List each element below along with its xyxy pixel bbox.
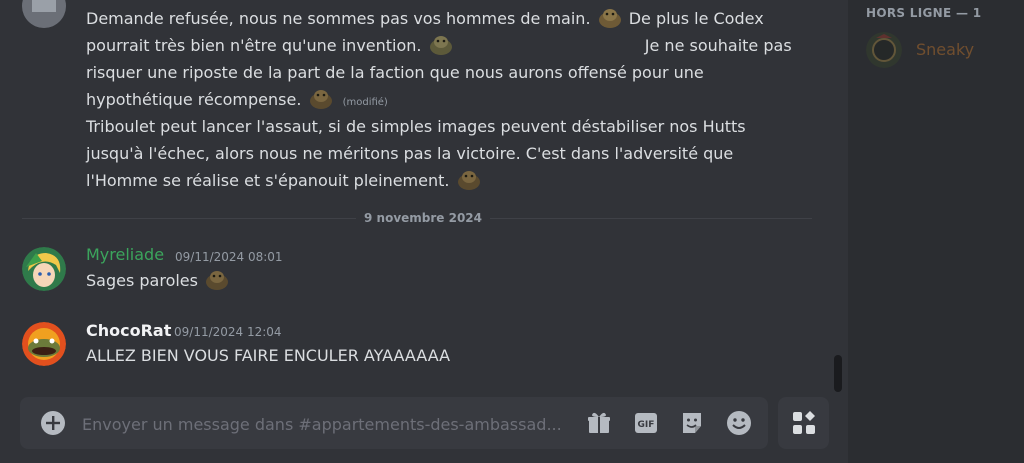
member-name: Sneaky xyxy=(916,40,975,59)
app-launcher-button[interactable] xyxy=(778,397,829,449)
message-line: Triboulet peut lancer l'assaut, si de si… xyxy=(86,117,746,136)
chat-area: Demande refusée, nous ne sommes pas vos … xyxy=(0,0,848,463)
plus-circle-icon[interactable] xyxy=(40,410,66,436)
avatar xyxy=(866,32,902,68)
author-name[interactable]: Myreliade xyxy=(86,245,164,264)
message-line: pourrait très bien n'être qu'une inventi… xyxy=(86,34,792,56)
hutt-emoji-icon[interactable] xyxy=(429,34,453,56)
message-line: Demande refusée, nous ne sommes pas vos … xyxy=(86,7,764,29)
member-section-header: HORS LIGNE — 1 xyxy=(866,6,982,20)
avatar[interactable] xyxy=(22,322,66,366)
member-item[interactable]: Sneaky xyxy=(864,30,1014,70)
message-composer: input::placeholder{color:#6d6f78;} GIF xyxy=(20,397,768,449)
svg-text:GIF: GIF xyxy=(638,420,655,430)
scrollbar-thumb[interactable] xyxy=(834,355,842,392)
message-line: l'Homme se réalise et s'épanouit pleinem… xyxy=(86,167,746,194)
message-timestamp[interactable]: 09/11/2024 12:04 xyxy=(174,325,282,339)
date-divider-label: 9 novembre 2024 xyxy=(356,211,491,225)
message-content: ALLEZ BIEN VOUS FAIRE ENCULER AYAAAAAA xyxy=(86,346,451,365)
avatar[interactable] xyxy=(22,0,66,28)
avatar[interactable] xyxy=(22,247,66,291)
message-content: Sages paroles xyxy=(86,267,231,294)
member-list: HORS LIGNE — 1 Sneaky xyxy=(848,0,1024,463)
gif-icon[interactable]: GIF xyxy=(634,411,658,435)
message-timestamp[interactable]: 09/11/2024 08:01 xyxy=(175,250,283,264)
message-content: Demande refusée, nous ne sommes pas vos … xyxy=(86,5,792,116)
app-launcher-icon xyxy=(793,411,815,434)
hutt-emoji-icon[interactable] xyxy=(457,169,481,191)
smiley-icon[interactable] xyxy=(726,410,752,436)
gift-icon[interactable] xyxy=(587,411,611,435)
edited-tag: (modifié) xyxy=(342,97,388,108)
hutt-emoji-icon[interactable] xyxy=(598,7,622,29)
message-content: Triboulet peut lancer l'assaut, si de si… xyxy=(86,113,746,194)
author-name[interactable]: ChocoRat xyxy=(86,321,171,340)
hutt-emoji-icon[interactable] xyxy=(205,269,229,291)
message-line: risquer une riposte de la part de la fac… xyxy=(86,63,704,82)
message-input[interactable] xyxy=(80,410,564,438)
hutt-emoji-icon[interactable] xyxy=(309,88,333,110)
sticker-icon[interactable] xyxy=(680,411,704,435)
message-line: jusqu'à l'échec, alors nous ne méritons … xyxy=(86,144,734,163)
message-line: hypothétique récompense. (modifié) xyxy=(86,88,388,110)
